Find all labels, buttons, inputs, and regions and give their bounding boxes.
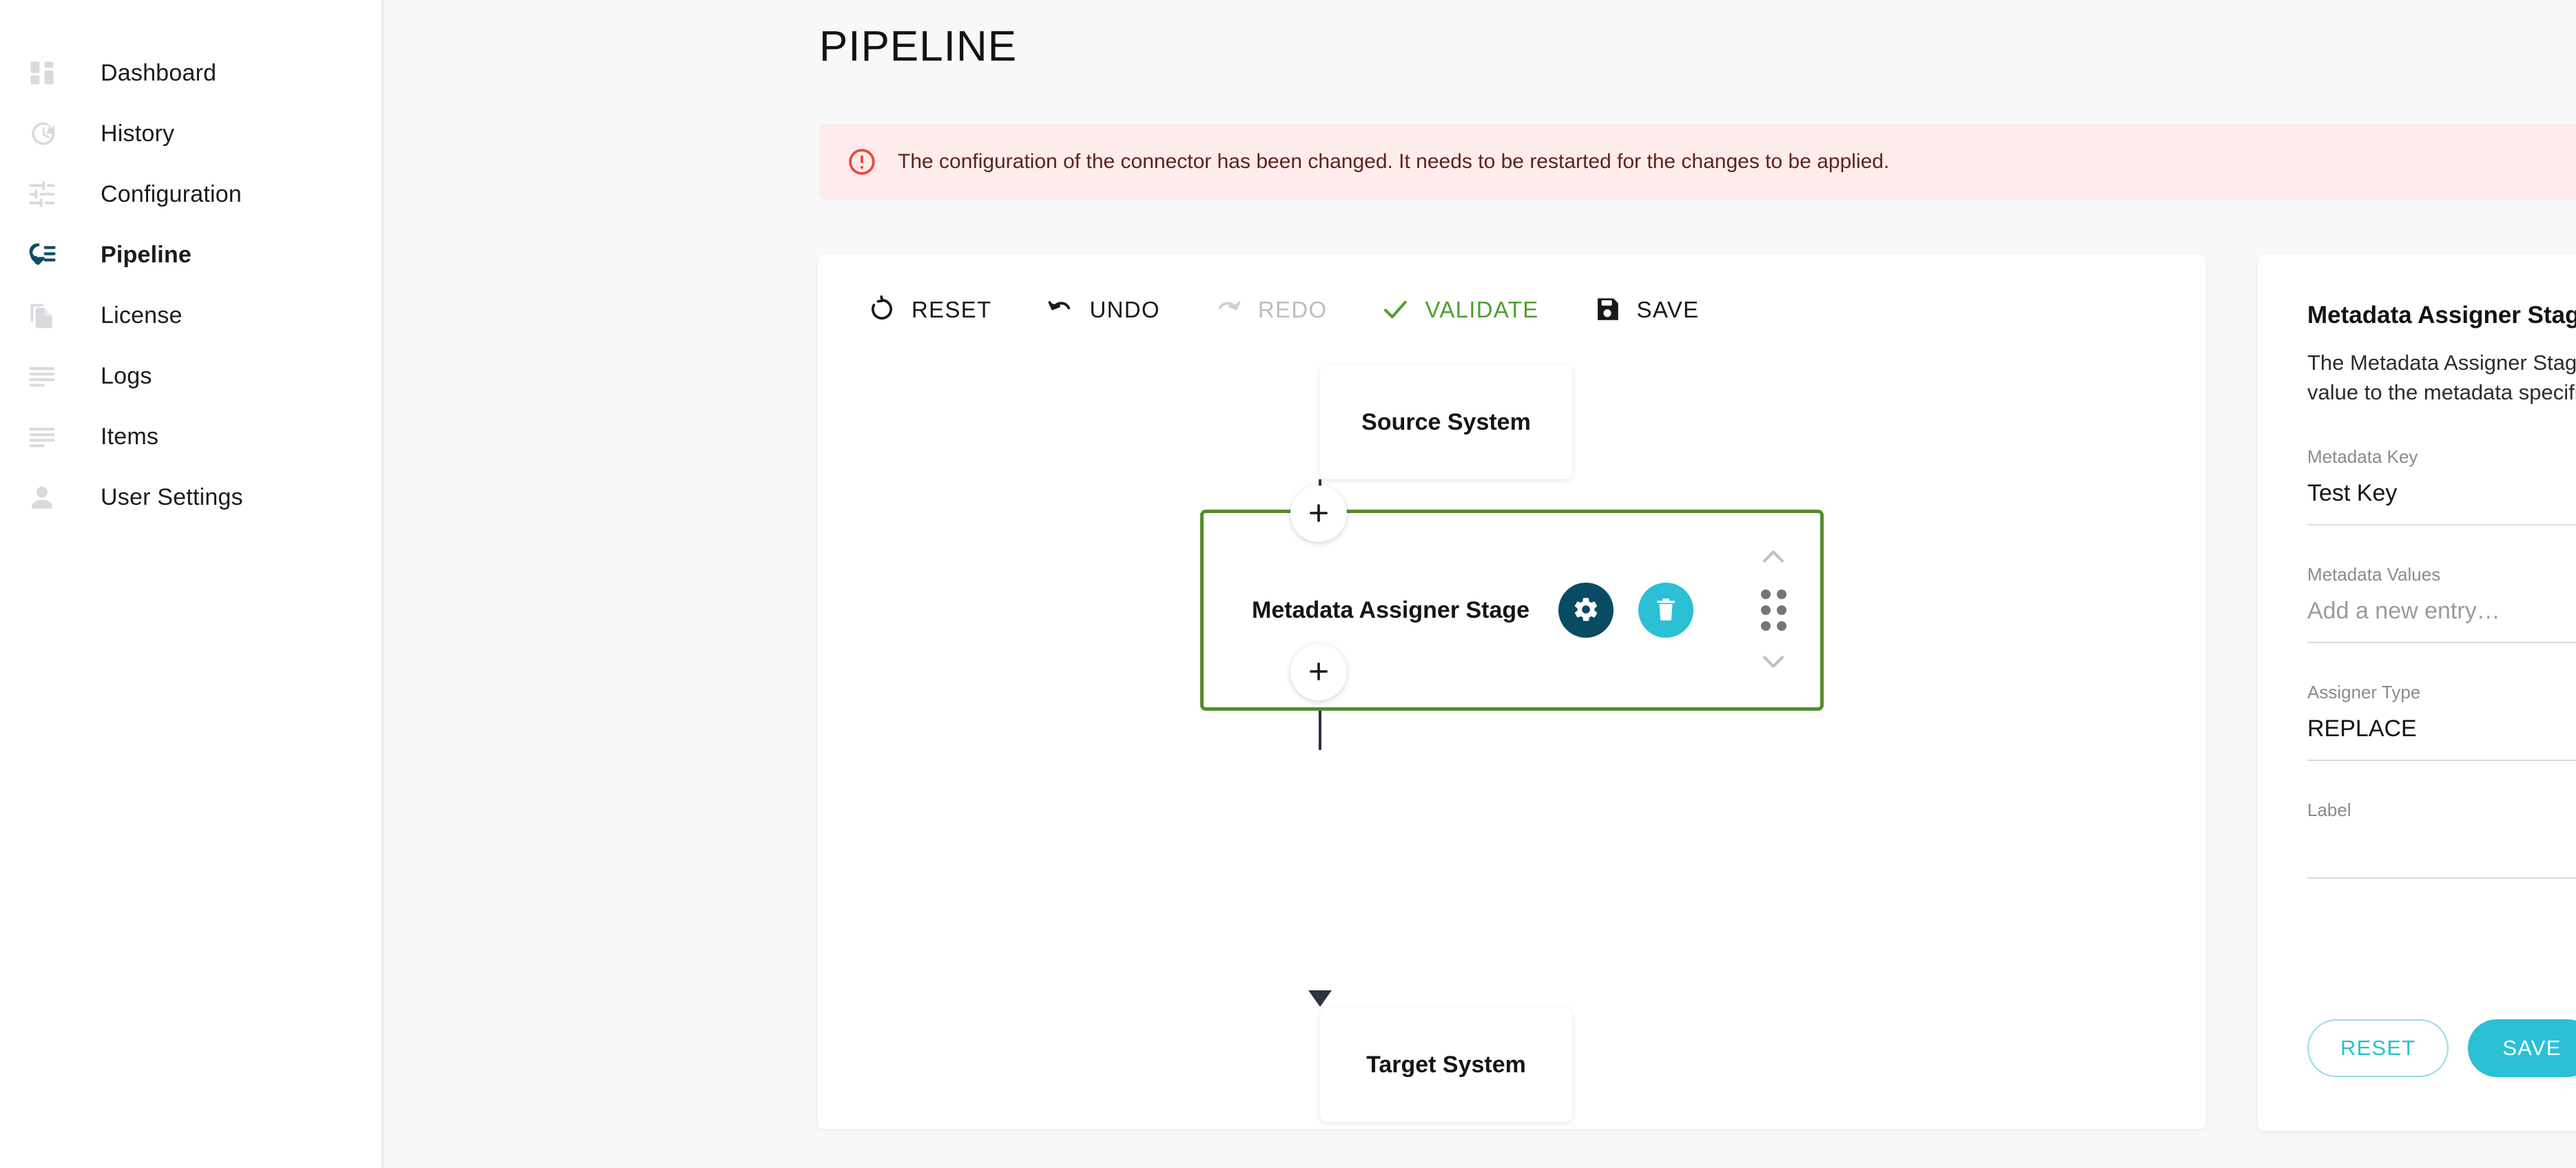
sidebar-item-label: Pipeline: [101, 242, 192, 269]
metadata-values-label: Metadata Values: [2307, 564, 2576, 585]
alert-message: The configuration of the connector has b…: [898, 150, 1889, 174]
target-system-label: Target System: [1366, 1052, 1526, 1078]
chevron-up-icon: [1760, 557, 1787, 567]
metadata-key-field: Metadata Key Test Key i: [2307, 446, 2576, 525]
assigner-type-field: Assigner Type REPLACE i: [2307, 682, 2576, 761]
pipeline-canvas-card: RESET UNDO REDO: [818, 255, 2206, 1129]
pipeline-flow: Source System Metadata Assigner Stage: [818, 365, 2206, 1129]
stage-label: Metadata Assigner Stage: [1252, 597, 1529, 624]
sidebar-item-label: Dashboard: [101, 60, 216, 87]
config-reset-button[interactable]: RESET: [2307, 1019, 2449, 1077]
redo-button: REDO: [1214, 295, 1328, 326]
metadata-values-input[interactable]: Add a new entry… + i: [2307, 598, 2576, 643]
main-content: PIPELINE The configuration of the connec…: [384, 0, 2576, 1168]
target-system-node[interactable]: Target System: [1320, 1008, 1572, 1122]
undo-label: UNDO: [1090, 297, 1160, 323]
trash-icon: [1653, 596, 1679, 625]
sidebar-item-history[interactable]: History: [0, 103, 382, 164]
pipeline-flow-icon: [11, 239, 73, 271]
chevron-down-icon: [1760, 663, 1787, 673]
reset-button[interactable]: RESET: [867, 295, 992, 326]
validate-button[interactable]: VALIDATE: [1381, 295, 1538, 326]
undo-arrow-icon: [1046, 295, 1075, 326]
arrowhead-icon: [1308, 990, 1332, 1007]
sidebar-item-configuration[interactable]: Configuration: [0, 164, 382, 225]
metadata-key-input[interactable]: Test Key i: [2307, 480, 2576, 525]
source-system-label: Source System: [1361, 409, 1531, 436]
license-document-icon: [11, 300, 73, 331]
stage-controls: [1760, 513, 1787, 707]
logs-lines-icon: [11, 361, 73, 391]
label-field: Label i: [2307, 800, 2576, 879]
sidebar-item-label: Logs: [101, 363, 152, 390]
plus-icon: [1306, 659, 1331, 686]
save-button[interactable]: SAVE: [1593, 295, 1700, 326]
reset-label: RESET: [911, 297, 992, 323]
sidebar-item-user-settings[interactable]: User Settings: [0, 467, 382, 528]
floppy-disk-icon: [1593, 295, 1622, 326]
gear-icon: [1572, 596, 1600, 625]
sidebar-item-label: Items: [101, 424, 158, 450]
metadata-values-field: Metadata Values Add a new entry… + i: [2307, 564, 2576, 643]
dashboard-grid-icon: [11, 58, 73, 88]
rotate-ccw-icon: [867, 295, 896, 326]
user-person-icon: [11, 482, 73, 512]
stage-settings-button[interactable]: [1558, 583, 1614, 638]
label-field-label: Label: [2307, 800, 2576, 821]
config-panel-description: The Metadata Assigner Stage alters or as…: [2307, 348, 2576, 408]
plus-icon: [1306, 501, 1331, 528]
sidebar-item-pipeline[interactable]: Pipeline: [0, 225, 382, 285]
check-icon: [1381, 295, 1410, 326]
tune-sliders-icon: [11, 179, 73, 209]
config-save-button[interactable]: SAVE: [2468, 1019, 2576, 1077]
metadata-values-placeholder: Add a new entry…: [2307, 598, 2500, 625]
sidebar-item-label: User Settings: [101, 484, 243, 511]
sidebar-item-label: License: [101, 302, 183, 329]
page-title: PIPELINE: [819, 22, 1017, 71]
metadata-key-label: Metadata Key: [2307, 446, 2576, 468]
save-label: SAVE: [1637, 297, 1700, 323]
config-panel-title: Metadata Assigner Stage Configuration: [2307, 302, 2576, 329]
history-clock-icon: [11, 118, 73, 149]
sidebar-item-label: Configuration: [101, 181, 242, 208]
pipeline-toolbar: RESET UNDO REDO: [818, 255, 2206, 365]
metadata-key-value: Test Key: [2307, 480, 2397, 507]
sidebar-item-label: History: [101, 121, 174, 147]
source-system-node[interactable]: Source System: [1320, 365, 1572, 479]
undo-button[interactable]: UNDO: [1046, 295, 1160, 326]
app-root: Dashboard History Configuration Pipeline…: [0, 0, 2576, 1168]
add-stage-button-bottom[interactable]: [1290, 644, 1347, 700]
drag-handle-dots-icon[interactable]: [1761, 590, 1786, 631]
stage-move-up-button[interactable]: [1760, 541, 1787, 574]
stage-delete-button[interactable]: [1638, 583, 1693, 638]
assigner-type-value: REPLACE: [2307, 716, 2417, 742]
sidebar-item-license[interactable]: License: [0, 285, 382, 346]
validate-label: VALIDATE: [1425, 297, 1538, 323]
stage-move-down-button[interactable]: [1760, 646, 1787, 680]
sidebar-item-items[interactable]: Items: [0, 406, 382, 467]
label-field-input[interactable]: i: [2307, 833, 2576, 879]
assigner-type-select[interactable]: REPLACE i: [2307, 716, 2576, 761]
error-exclamation-circle-icon: [847, 147, 877, 177]
redo-label: REDO: [1258, 297, 1328, 323]
connector-restart-alert: The configuration of the connector has b…: [819, 124, 2576, 200]
sidebar-item-logs[interactable]: Logs: [0, 346, 382, 406]
sidebar-item-dashboard[interactable]: Dashboard: [0, 43, 382, 103]
items-lines-icon: [11, 421, 73, 452]
stage-configuration-panel: Metadata Assigner Stage Configuration Th…: [2258, 255, 2576, 1131]
sidebar: Dashboard History Configuration Pipeline…: [0, 0, 384, 1168]
assigner-type-label: Assigner Type: [2307, 682, 2576, 703]
config-panel-actions: RESET SAVE CANCEL: [2307, 1019, 2576, 1077]
add-stage-button-top[interactable]: [1290, 486, 1347, 542]
redo-arrow-icon: [1214, 295, 1243, 326]
